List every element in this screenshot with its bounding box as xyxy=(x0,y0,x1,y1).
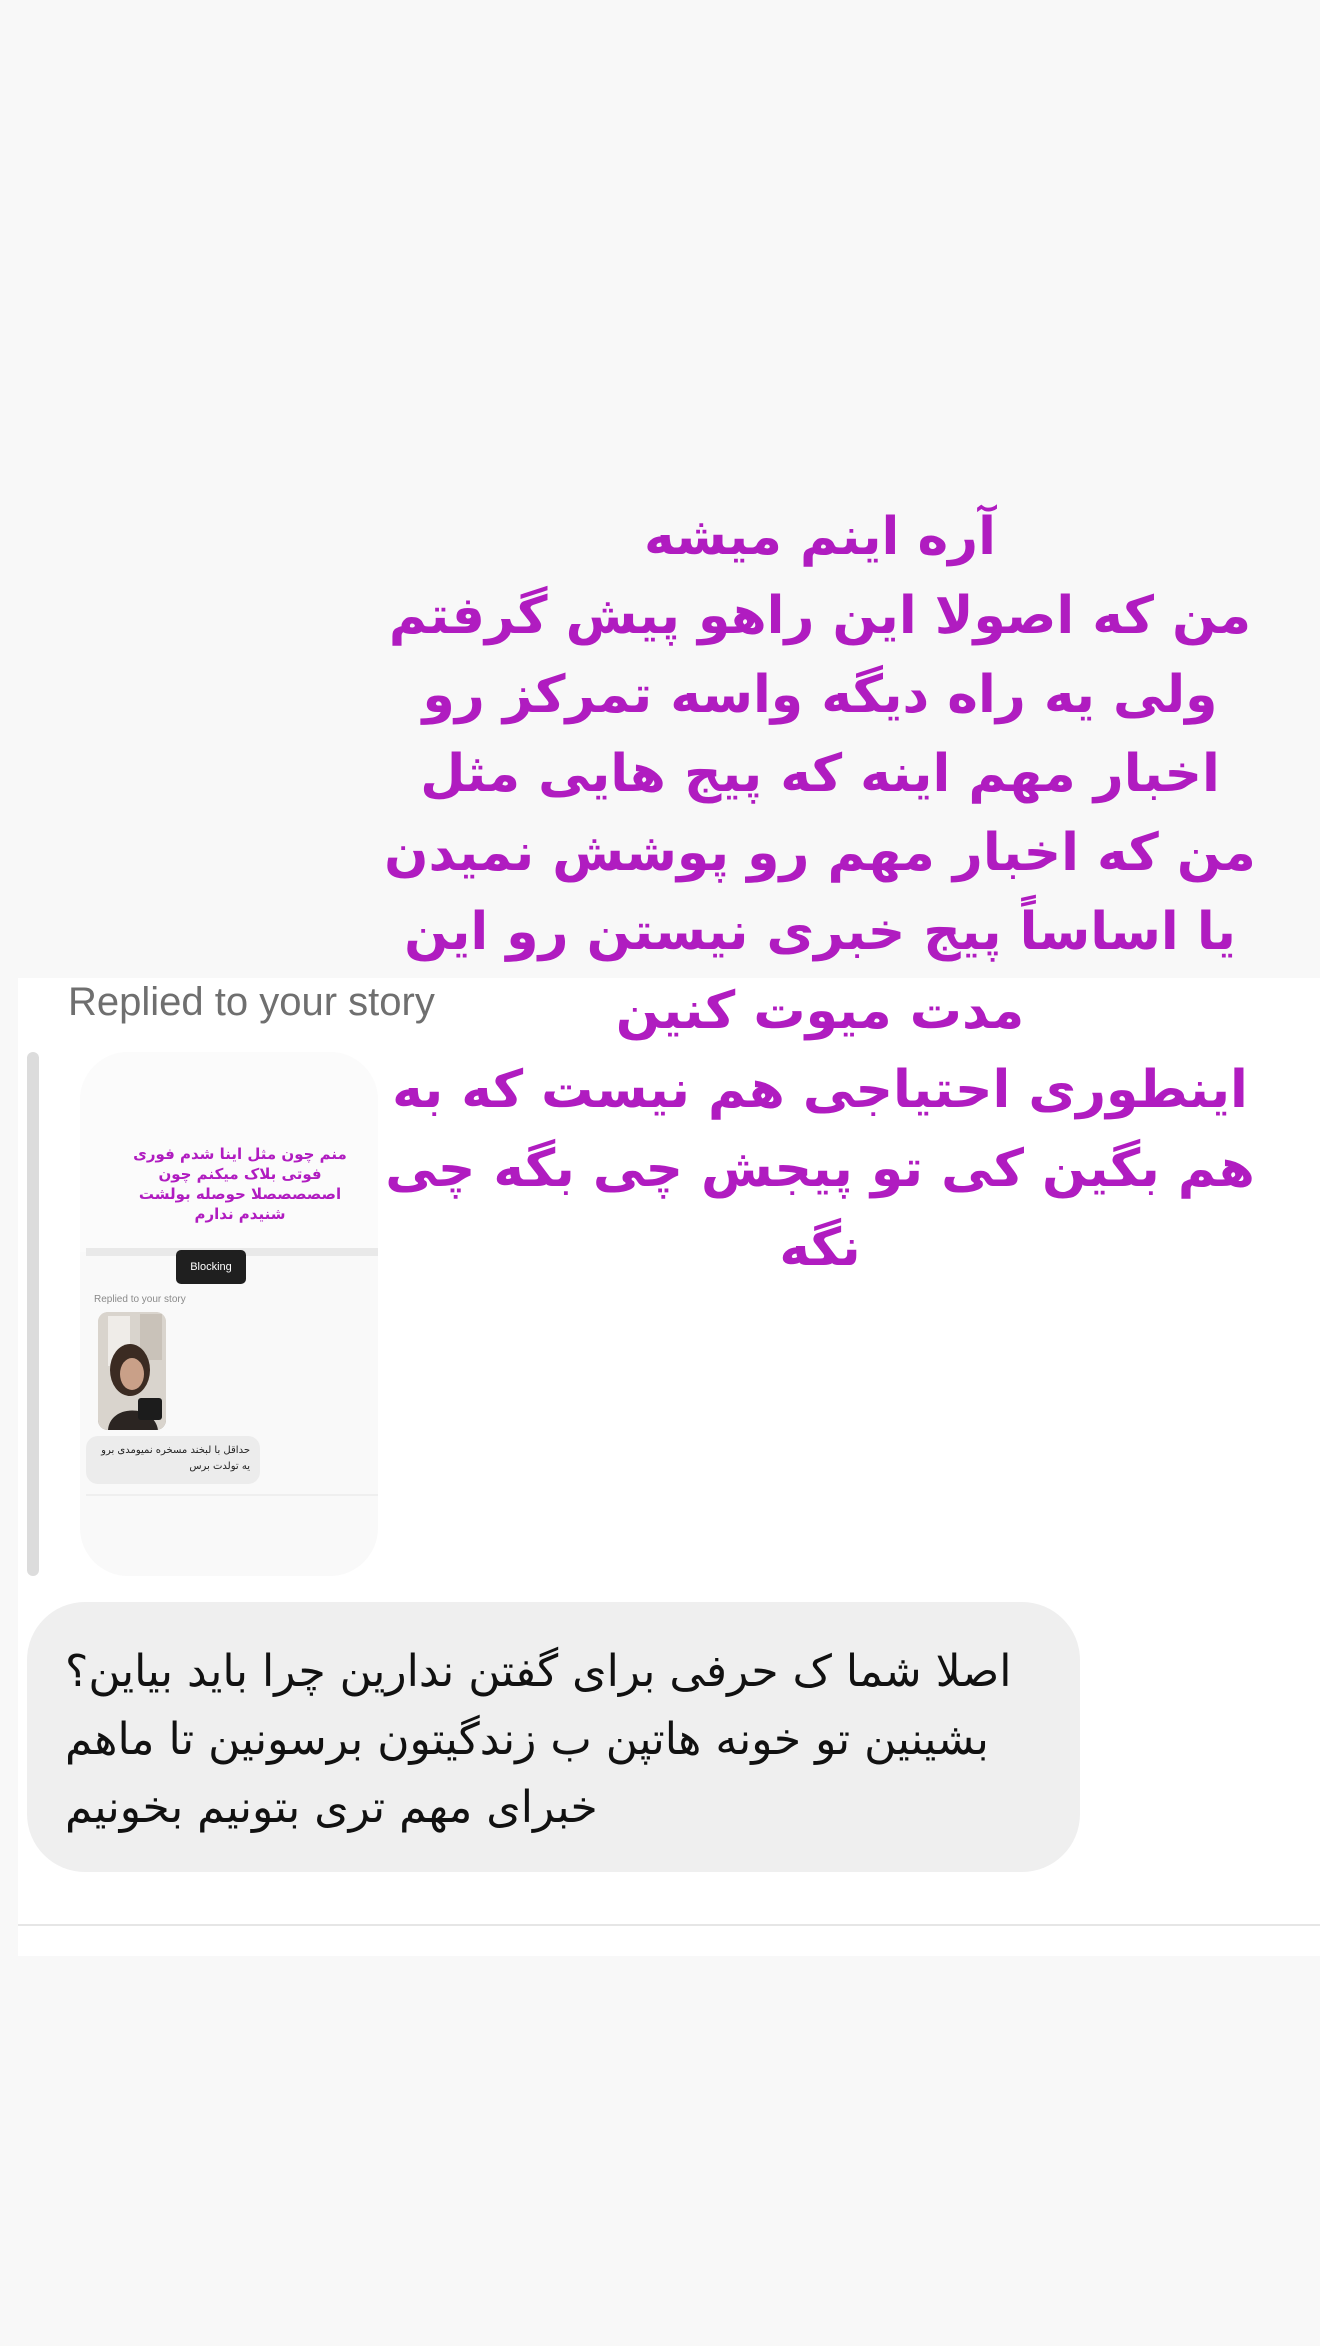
reply-indicator-bar xyxy=(27,1052,39,1576)
received-message-bubble[interactable]: اصلا شما ک حرفی برای گفتن ندارین چرا بای… xyxy=(27,1602,1080,1872)
conversation-divider xyxy=(18,1924,1320,1926)
story-preview-card[interactable]: منم چون مثل اینا شدم فوری فوتی بلاک میکن… xyxy=(80,1052,378,1576)
nested-reply-bubble: حداقل با لبخند مسخره نمیومدی برو یه تولد… xyxy=(86,1436,260,1484)
story-preview-bottom-seam xyxy=(86,1494,378,1496)
blocking-button: Blocking xyxy=(176,1250,246,1284)
nested-replied-label: Replied to your story xyxy=(94,1294,186,1305)
person-photo-icon xyxy=(98,1312,166,1430)
received-message-text: اصلا شما ک حرفی برای گفتن ندارین چرا بای… xyxy=(65,1646,1012,1833)
story-preview-caption: منم چون مثل اینا شدم فوری فوتی بلاک میکن… xyxy=(133,1145,347,1223)
nested-story-photo xyxy=(98,1312,166,1430)
overlay-commentary-text: آره اینم میشه من که اصولا این راهو پیش گ… xyxy=(384,507,1256,1278)
nested-reply-text: حداقل با لبخند مسخره نمیومدی برو یه تولد… xyxy=(101,1445,250,1472)
